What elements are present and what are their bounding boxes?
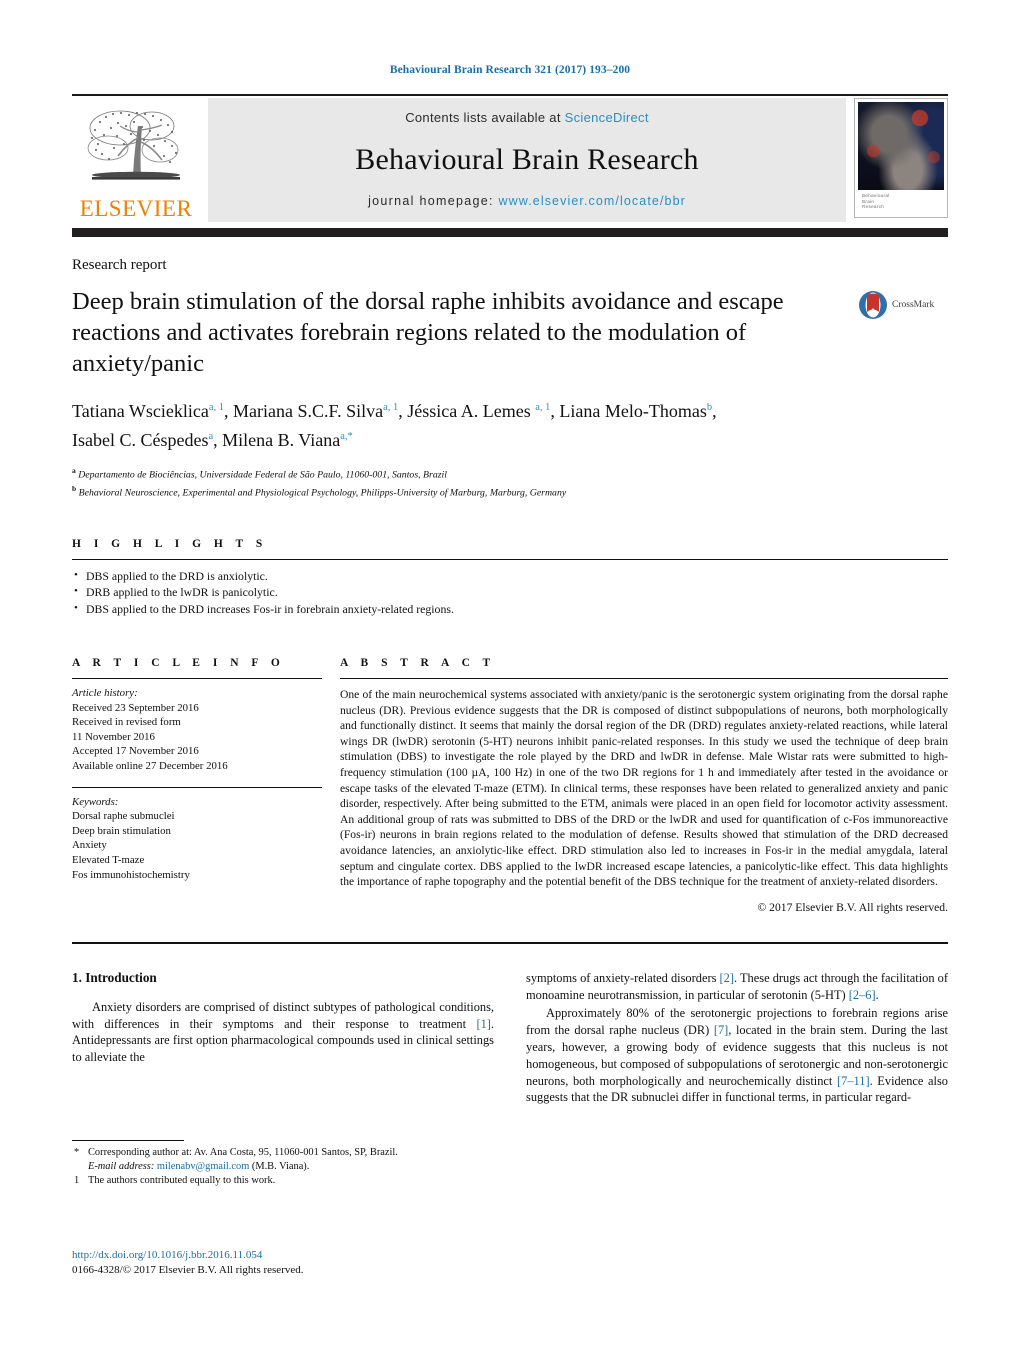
affiliations-block: a Departamento de Biociências, Universid… xyxy=(72,464,948,500)
article-history-item: Received 23 September 2016 xyxy=(72,701,199,714)
citation-ref[interactable]: [2] xyxy=(720,971,734,985)
article-info-column: A R T I C L E I N F O Article history: R… xyxy=(72,657,340,914)
article-info-heading: A R T I C L E I N F O xyxy=(72,657,285,670)
abstract-heading: A B S T R A C T xyxy=(340,657,496,670)
affiliation-a: a Departamento de Biociências, Universid… xyxy=(72,464,948,482)
affiliation-marker-a: a xyxy=(72,466,76,475)
list-item: DBS applied to the DRD is anxiolytic. xyxy=(72,567,948,585)
footnote-email-label: E-mail address: xyxy=(88,1161,155,1172)
paragraph: Anxiety disorders are comprised of disti… xyxy=(72,999,494,1065)
paragraph: Approximately 80% of the serotonergic pr… xyxy=(526,1006,948,1105)
highlights-heading: H I G H L I G H T S xyxy=(72,537,268,550)
issn-copyright-line: 0166-4328/© 2017 Elsevier B.V. All right… xyxy=(72,1264,304,1276)
author-list: Tatiana Wscieklicaa, 1, Mariana S.C.F. S… xyxy=(72,401,717,450)
footnote-equal-text: The authors contributed equally to this … xyxy=(88,1175,276,1186)
footnote-email-link[interactable]: milenabv@gmail.com xyxy=(157,1161,249,1172)
masthead-top-rule xyxy=(72,94,948,96)
footnote-equal-contribution: 1 The authors contributed equally to thi… xyxy=(72,1174,476,1188)
footnote-marker-one: 1 xyxy=(74,1175,80,1186)
keyword-item: Fos immunohistochemistry xyxy=(72,868,190,881)
footnote-corresponding-text: Corresponding author at: Av. Ana Costa, … xyxy=(88,1147,398,1158)
affiliation-a-text: Departamento de Biociências, Universidad… xyxy=(78,469,447,481)
footnotes-block: * Corresponding author at: Av. Ana Costa… xyxy=(72,1140,476,1188)
running-head: Behavioural Brain Research 321 (2017) 19… xyxy=(389,64,631,76)
author-affil-marker: b xyxy=(706,402,713,413)
list-item: DRB applied to the lwDR is panicolytic. xyxy=(72,583,948,601)
article-type-label: Research report xyxy=(72,257,167,273)
article-page: Behavioural Brain Research 321 (2017) 19… xyxy=(0,0,1020,1351)
body-columns: 1. Introduction Anxiety disorders are co… xyxy=(72,970,948,1108)
keyword-item: Deep brain stimulation xyxy=(72,824,171,837)
keyword-item: Anxiety xyxy=(72,839,107,852)
crossmark-badge[interactable]: CrossMark xyxy=(858,286,948,320)
author-affil-marker: a, 1 xyxy=(208,402,225,413)
author-affil-marker: a xyxy=(208,431,214,442)
author-affil-marker: a,* xyxy=(340,431,353,442)
footnote-email-attribution: (M.B. Viana). xyxy=(251,1161,310,1172)
article-history-label: Article history: xyxy=(72,687,138,700)
footnote-marker-asterisk: * xyxy=(74,1147,80,1158)
info-and-abstract: A R T I C L E I N F O Article history: R… xyxy=(72,657,948,914)
abstract-text: One of the main neurochemical systems as… xyxy=(340,688,948,889)
keywords-block: Keywords: Dorsal raphe submuclei Deep br… xyxy=(72,795,322,883)
masthead-center-panel: Contents lists available at ScienceDirec… xyxy=(208,98,846,222)
keywords-label: Keywords: xyxy=(72,795,119,808)
title-row: Deep brain stimulation of the dorsal rap… xyxy=(72,286,948,379)
citation-ref[interactable]: [7] xyxy=(714,1023,728,1037)
author-affil-marker: a, 1 xyxy=(535,402,551,413)
highlights-list: DBS applied to the DRD is anxiolytic. DR… xyxy=(72,567,948,618)
article-info-rule xyxy=(72,678,322,680)
body-column-right: symptoms of anxiety-related disorders [2… xyxy=(526,970,948,1108)
journal-homepage-line: journal homepage: www.elsevier.com/locat… xyxy=(368,194,686,208)
article-history-item: Received in revised form xyxy=(72,716,181,729)
citation-ref[interactable]: [7–11] xyxy=(837,1074,870,1088)
affiliation-b: b Behavioral Neuroscience, Experimental … xyxy=(72,482,948,500)
homepage-prefix: journal homepage: xyxy=(368,194,499,208)
keywords-rule xyxy=(72,786,322,788)
footnote-separator-rule xyxy=(72,1140,184,1141)
sciencedirect-link[interactable]: ScienceDirect xyxy=(565,110,649,125)
article-history: Article history: Received 23 September 2… xyxy=(72,686,322,774)
crossmark-label: CrossMark xyxy=(892,300,935,310)
highlights-rule xyxy=(72,558,948,560)
journal-cover-artwork xyxy=(858,102,944,191)
elsevier-tree-icon xyxy=(87,110,180,180)
contents-available-line: Contents lists available at ScienceDirec… xyxy=(405,110,649,125)
page-title: Deep brain stimulation of the dorsal rap… xyxy=(72,288,784,377)
journal-title: Behavioural Brain Research xyxy=(355,142,699,176)
journal-cover-thumbnail: Behavioural Brain Research xyxy=(854,98,948,218)
abstract-copyright: © 2017 Elsevier B.V. All rights reserved… xyxy=(757,900,948,914)
affiliation-marker-b: b xyxy=(72,483,77,493)
contents-prefix: Contents lists available at xyxy=(405,110,565,125)
highlights-section: H I G H L I G H T S DBS applied to the D… xyxy=(72,538,948,618)
doi-block: http://dx.doi.org/10.1016/j.bbr.2016.11.… xyxy=(72,1248,304,1278)
footnote-corresponding-author: * Corresponding author at: Av. Ana Costa… xyxy=(72,1146,476,1160)
paragraph: symptoms of anxiety-related disorders [2… xyxy=(526,970,949,1002)
footnote-email: E-mail address: milenabv@gmail.com (M.B.… xyxy=(72,1160,476,1174)
article-history-item: 11 November 2016 xyxy=(72,730,155,743)
journal-homepage-link[interactable]: www.elsevier.com/locate/bbr xyxy=(499,194,686,208)
abstract-rule xyxy=(340,678,948,680)
author-affil-marker: a, 1 xyxy=(383,402,399,413)
abstract-bottom-rule xyxy=(72,941,948,944)
body-column-left: 1. Introduction Anxiety disorders are co… xyxy=(72,970,494,1108)
list-item: DBS applied to the DRD increases Fos-ir … xyxy=(72,600,948,618)
crossmark-icon xyxy=(859,291,887,319)
article-history-item: Accepted 17 November 2016 xyxy=(72,745,199,758)
doi-link[interactable]: http://dx.doi.org/10.1016/j.bbr.2016.11.… xyxy=(72,1248,304,1263)
keyword-item: Elevated T-maze xyxy=(72,853,145,866)
affiliation-b-text: Behavioral Neuroscience, Experimental an… xyxy=(78,487,567,499)
citation-ref[interactable]: [2–6] xyxy=(849,988,876,1002)
citation-ref[interactable]: [1] xyxy=(476,1017,490,1031)
article-history-item: Available online 27 December 2016 xyxy=(72,760,228,772)
elsevier-wordmark: ELSEVIER xyxy=(79,196,193,221)
abstract-column: A B S T R A C T One of the main neuroche… xyxy=(340,657,948,914)
masthead-dark-band xyxy=(72,228,948,237)
journal-masthead: ELSEVIER Contents lists available at Sci… xyxy=(72,98,948,222)
elsevier-logo: ELSEVIER xyxy=(72,98,200,222)
section-heading-introduction: 1. Introduction xyxy=(72,969,157,985)
journal-cover-caption: Behavioural Brain Research xyxy=(858,190,944,214)
keyword-item: Dorsal raphe submuclei xyxy=(72,810,175,823)
